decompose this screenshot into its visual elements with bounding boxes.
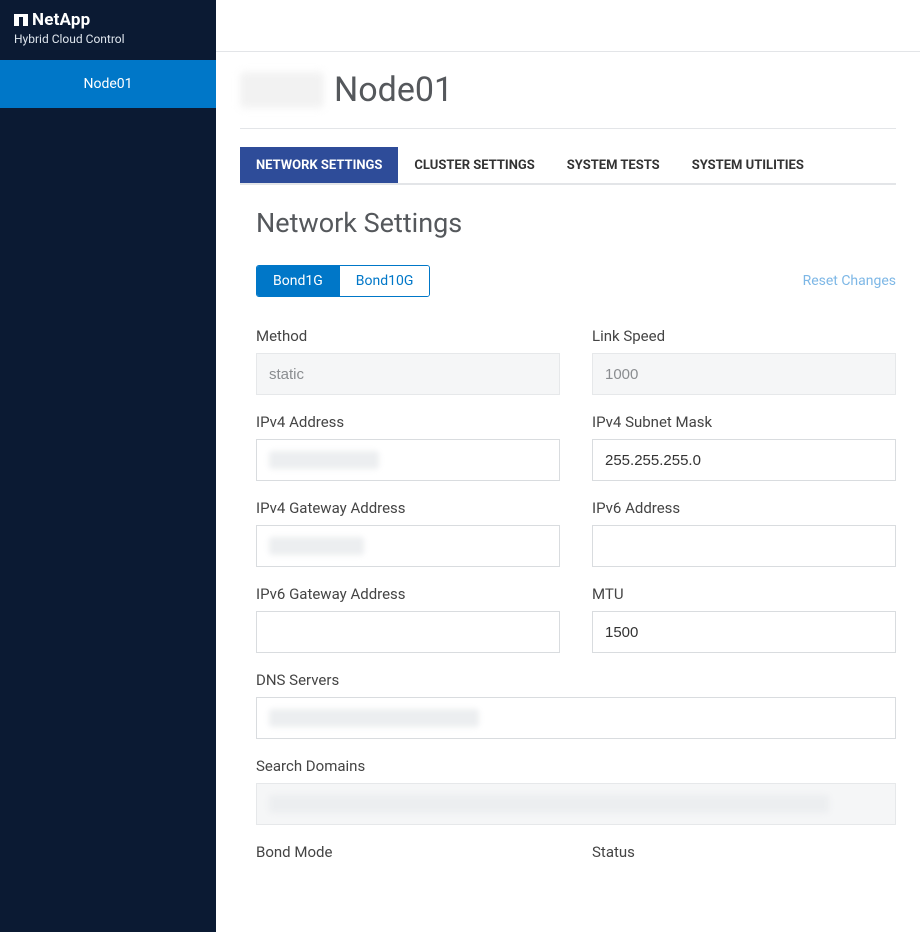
label-link-speed: Link Speed — [592, 327, 896, 345]
subtab-bond10g[interactable]: Bond10G — [339, 266, 430, 296]
main-panel: Node01 NETWORK SETTINGS CLUSTER SETTINGS… — [216, 0, 920, 932]
input-ipv6-gateway[interactable] — [256, 611, 560, 653]
field-bond-mode: Bond Mode — [256, 843, 560, 869]
input-link-speed — [592, 353, 896, 395]
field-ipv6-gateway: IPv6 Gateway Address — [256, 585, 560, 653]
redacted-content — [269, 795, 829, 813]
label-ipv6-address: IPv6 Address — [592, 499, 896, 517]
brand-block: NetApp Hybrid Cloud Control — [0, 0, 216, 60]
label-ipv4-address: IPv4 Address — [256, 413, 560, 431]
field-ipv6-address: IPv6 Address — [592, 499, 896, 567]
content-area: Network Settings Bond1G Bond10G Reset Ch… — [216, 185, 920, 869]
tab-network-settings[interactable]: NETWORK SETTINGS — [240, 147, 398, 183]
field-link-speed: Link Speed — [592, 327, 896, 395]
page-title: Node01 — [334, 70, 453, 110]
label-ipv4-gateway: IPv4 Gateway Address — [256, 499, 560, 517]
label-bond-mode: Bond Mode — [256, 843, 560, 861]
label-ipv4-subnet-mask: IPv4 Subnet Mask — [592, 413, 896, 431]
label-method: Method — [256, 327, 560, 345]
input-dns-servers[interactable] — [256, 697, 896, 739]
sidebar: NetApp Hybrid Cloud Control Node01 — [0, 0, 216, 932]
field-status: Status — [592, 843, 896, 869]
field-method: Method — [256, 327, 560, 395]
redacted-content — [269, 537, 364, 555]
tab-system-tests[interactable]: SYSTEM TESTS — [551, 147, 676, 183]
field-search-domains: Search Domains — [256, 757, 896, 825]
field-ipv4-subnet-mask: IPv4 Subnet Mask — [592, 413, 896, 481]
primary-tabs: NETWORK SETTINGS CLUSTER SETTINGS SYSTEM… — [240, 147, 896, 185]
input-ipv4-subnet-mask[interactable] — [592, 439, 896, 481]
page-header: Node01 NETWORK SETTINGS CLUSTER SETTINGS… — [216, 52, 920, 185]
field-ipv4-address: IPv4 Address — [256, 413, 560, 481]
page-title-prefix-redacted — [240, 72, 324, 108]
netapp-logo-icon — [14, 13, 28, 27]
bond-subtabs: Bond1G Bond10G — [256, 265, 430, 297]
label-search-domains: Search Domains — [256, 757, 896, 775]
input-ipv4-gateway[interactable] — [256, 525, 560, 567]
input-method — [256, 353, 560, 395]
redacted-content — [269, 451, 379, 469]
brand-subtitle: Hybrid Cloud Control — [14, 32, 202, 46]
field-dns-servers: DNS Servers — [256, 671, 896, 739]
field-mtu: MTU — [592, 585, 896, 653]
input-ipv6-address[interactable] — [592, 525, 896, 567]
tab-system-utilities[interactable]: SYSTEM UTILITIES — [676, 147, 820, 183]
input-ipv4-address[interactable] — [256, 439, 560, 481]
label-ipv6-gateway: IPv6 Gateway Address — [256, 585, 560, 603]
tab-cluster-settings[interactable]: CLUSTER SETTINGS — [398, 147, 550, 183]
label-status: Status — [592, 843, 896, 861]
brand-name: NetApp — [32, 10, 90, 30]
sidebar-item-node[interactable]: Node01 — [0, 60, 216, 108]
reset-changes-link[interactable]: Reset Changes — [803, 273, 896, 289]
topbar — [216, 0, 920, 52]
network-form: Method Link Speed IPv4 Address IPv4 Subn… — [256, 309, 896, 869]
input-search-domains[interactable] — [256, 783, 896, 825]
input-mtu[interactable] — [592, 611, 896, 653]
section-title: Network Settings — [256, 207, 896, 239]
label-mtu: MTU — [592, 585, 896, 603]
field-ipv4-gateway: IPv4 Gateway Address — [256, 499, 560, 567]
redacted-content — [269, 709, 479, 727]
subtab-bond1g[interactable]: Bond1G — [257, 266, 339, 296]
label-dns-servers: DNS Servers — [256, 671, 896, 689]
